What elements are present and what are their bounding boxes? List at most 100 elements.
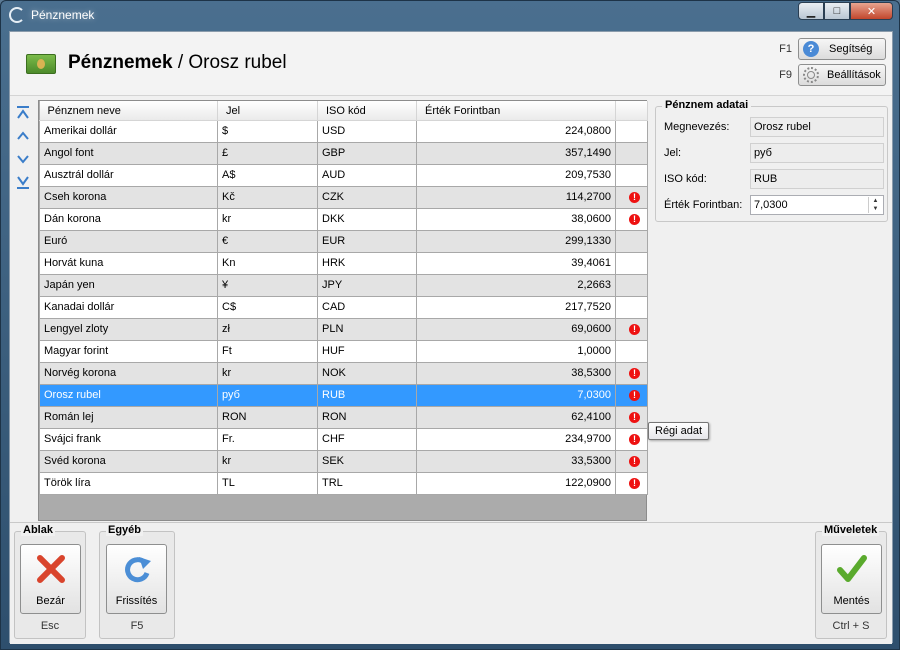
help-shortcut: F1: [779, 43, 792, 55]
help-button[interactable]: ? Segítség: [798, 38, 886, 60]
cell-sign: RON: [217, 405, 318, 429]
cell-value: 38,5300: [416, 361, 616, 385]
name-row: Megnevezés: Orosz rubel: [664, 117, 884, 137]
previous-record-button[interactable]: [16, 129, 30, 143]
cell-status: [615, 295, 648, 319]
refresh-shortcut: F5: [130, 620, 144, 632]
value-field-text: 7,0300: [754, 199, 788, 211]
chevron-down-icon: [17, 155, 29, 164]
cell-sign: Kč: [217, 185, 318, 209]
header-actions: F1 ? Segítség F9 Beállítások: [779, 38, 886, 90]
page-title-sub: Orosz rubel: [188, 52, 287, 73]
window-title: Pénznemek: [31, 8, 95, 22]
record-navigation: [16, 106, 32, 198]
table-row[interactable]: Román lej RON RON 62,4100!: [39, 405, 648, 429]
settings-button[interactable]: Beállítások: [798, 64, 886, 86]
tooltip-old-data: Régi adat: [648, 422, 710, 440]
table-row[interactable]: Svéd korona kr SEK 33,5300!: [39, 449, 648, 473]
column-header-value[interactable]: Érték Forintban: [416, 101, 616, 121]
chevron-up-icon: [17, 131, 29, 140]
close-window-button[interactable]: ✕: [850, 2, 893, 20]
cell-status: !: [615, 449, 648, 473]
cell-name: Svájci frank: [39, 427, 218, 451]
cell-iso: EUR: [317, 229, 417, 253]
window-group-title: Ablak: [21, 524, 55, 536]
table-row[interactable]: Cseh korona Kč CZK 114,2700!: [39, 185, 648, 209]
cell-iso: SEK: [317, 449, 417, 473]
cell-sign: €: [217, 229, 318, 253]
table-row[interactable]: Dán korona kr DKK 38,0600!: [39, 207, 648, 231]
table-row[interactable]: Orosz rubel руб RUB 7,0300!: [39, 383, 648, 407]
title-bar[interactable]: Pénznemek ▁ □ ✕: [1, 1, 899, 31]
minimize-button[interactable]: ▁: [798, 2, 824, 20]
sign-row: Jel: руб: [664, 143, 884, 163]
first-record-icon: [17, 106, 29, 119]
cell-name: Angol font: [39, 141, 218, 165]
value-spinner[interactable]: ▲ ▼: [868, 197, 882, 213]
value-label: Érték Forintban:: [664, 199, 743, 211]
value-field[interactable]: 7,0300 ▲ ▼: [750, 195, 884, 215]
cell-value: 69,0600: [416, 317, 616, 341]
table-row[interactable]: Angol font £ GBP 357,1490: [39, 141, 648, 165]
cell-status: !: [615, 471, 648, 495]
table-row[interactable]: Lengyel zloty zł PLN 69,0600!: [39, 317, 648, 341]
table-row[interactable]: Norvég korona kr NOK 38,5300!: [39, 361, 648, 385]
table-row[interactable]: Amerikai dollár $ USD 224,0800: [39, 119, 648, 143]
cell-value: 62,4100: [416, 405, 616, 429]
table-row[interactable]: Svájci frank Fr. CHF 234,9700!: [39, 427, 648, 451]
warning-icon: !: [629, 456, 640, 467]
cell-value: 114,2700: [416, 185, 616, 209]
last-record-button[interactable]: [16, 175, 30, 189]
refresh-button[interactable]: Frissítés: [106, 544, 167, 614]
cell-sign: Kn: [217, 251, 318, 275]
cell-iso: JPY: [317, 273, 417, 297]
table-row[interactable]: Japán yen ¥ JPY 2,2663: [39, 273, 648, 297]
close-button[interactable]: Bezár: [20, 544, 81, 614]
table-row[interactable]: Horvát kuna Kn HRK 39,4061: [39, 251, 648, 275]
cell-status: !: [615, 185, 648, 209]
cell-sign: C$: [217, 295, 318, 319]
cell-iso: HRK: [317, 251, 417, 275]
next-record-button[interactable]: [16, 152, 30, 166]
cell-value: 299,1330: [416, 229, 616, 253]
cell-status: !: [615, 383, 648, 407]
cell-name: Amerikai dollár: [39, 119, 218, 143]
sign-label: Jel:: [664, 147, 682, 159]
column-header-status[interactable]: [615, 101, 648, 121]
close-shortcut: Esc: [40, 620, 60, 632]
cell-value: 209,7530: [416, 163, 616, 187]
cell-name: Horvát kuna: [39, 251, 218, 275]
cell-name: Dán korona: [39, 207, 218, 231]
cell-name: Kanadai dollár: [39, 295, 218, 319]
cell-status: !: [615, 427, 648, 451]
cell-status: [615, 229, 648, 253]
cell-value: 234,9700: [416, 427, 616, 451]
currency-grid[interactable]: Pénznem neve Jel ISO kód Érték Forintban…: [38, 100, 648, 521]
cell-status: [615, 251, 648, 275]
cell-iso: NOK: [317, 361, 417, 385]
table-row[interactable]: Kanadai dollár C$ CAD 217,7520: [39, 295, 648, 319]
cell-name: Török líra: [39, 471, 218, 495]
column-header-iso[interactable]: ISO kód: [317, 101, 417, 121]
cell-status: [615, 163, 648, 187]
table-row[interactable]: Ausztrál dollár A$ AUD 209,7530: [39, 163, 648, 187]
warning-icon: !: [629, 368, 640, 379]
cell-status: [615, 273, 648, 297]
window-group: Ablak Bezár Esc: [14, 524, 86, 639]
table-row[interactable]: Török líra TL TRL 122,0900!: [39, 471, 648, 495]
cell-sign: ¥: [217, 273, 318, 297]
first-record-button[interactable]: [16, 106, 30, 120]
cell-sign: TL: [217, 471, 318, 495]
maximize-button[interactable]: □: [824, 2, 850, 20]
save-button[interactable]: Mentés: [821, 544, 882, 614]
cell-sign: kr: [217, 449, 318, 473]
table-row[interactable]: Euró € EUR 299,1330: [39, 229, 648, 253]
table-row[interactable]: Magyar forint Ft HUF 1,0000: [39, 339, 648, 363]
cell-sign: $: [217, 119, 318, 143]
help-icon: ?: [803, 41, 819, 57]
cell-value: 224,0800: [416, 119, 616, 143]
column-header-sign[interactable]: Jel: [217, 101, 318, 121]
cell-iso: HUF: [317, 339, 417, 363]
column-header-name[interactable]: Pénznem neve: [39, 101, 218, 121]
cell-name: Norvég korona: [39, 361, 218, 385]
